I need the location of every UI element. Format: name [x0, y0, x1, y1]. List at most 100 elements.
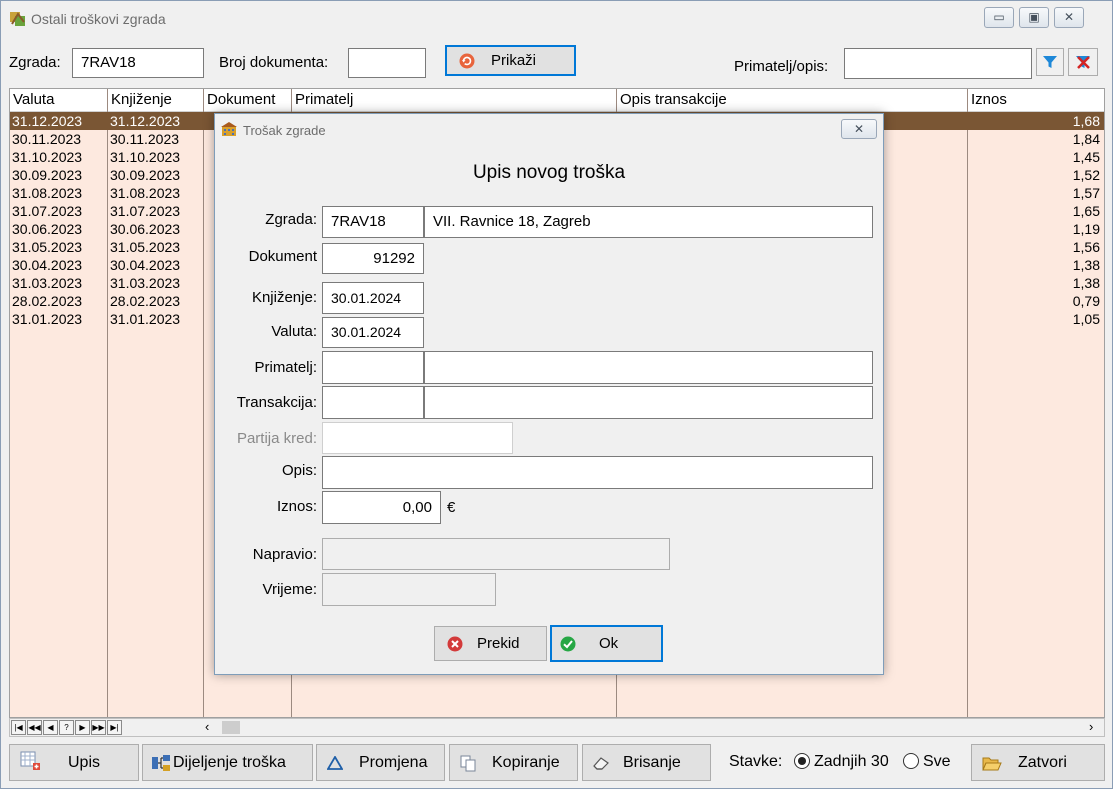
ok-label: Ok	[599, 635, 619, 652]
valuta-field[interactable]: 30.01.2024	[322, 317, 424, 348]
funnel-icon	[1043, 56, 1057, 68]
trosak-zgrade-dialog: Trošak zgrade ✕ Upis novog troška Zgrada…	[214, 113, 884, 675]
cell-knjizenje: 31.08.2023	[110, 185, 181, 201]
cell-iznos: 1,56	[1072, 239, 1100, 255]
dijeljenje-label: Dijeljenje troška	[173, 754, 286, 771]
record-navigator: |◀ ◀◀ ◀ ? ▶ ▶▶ ▶| ‹ ›	[9, 718, 1105, 737]
col-valuta[interactable]: Valuta	[10, 89, 54, 111]
nav-prev-page-button[interactable]: ◀◀	[27, 720, 42, 735]
brisanje-button[interactable]: Brisanje	[582, 744, 711, 781]
ok-button[interactable]: Ok	[550, 625, 663, 662]
knjizenje-field[interactable]: 30.01.2024	[322, 282, 424, 314]
kopiranje-button[interactable]: Kopiranje	[449, 744, 578, 781]
primatelj-label: Primatelj:	[254, 359, 317, 376]
zatvori-button[interactable]: Zatvori	[971, 744, 1105, 781]
primatelj-code-field[interactable]	[322, 351, 424, 384]
zgrada-input[interactable]: 7RAV18	[72, 48, 204, 78]
cell-knjizenje: 31.01.2023	[110, 311, 181, 327]
copy-icon	[460, 755, 476, 772]
close-window-button[interactable]: ✕	[1054, 7, 1084, 28]
eraser-icon	[593, 757, 609, 770]
col-opis-transakcije[interactable]: Opis transakcije	[617, 89, 727, 111]
partija-kred-label: Partija kred:	[236, 430, 317, 447]
radio-zadnjih-30[interactable]	[794, 753, 810, 769]
dokument-label: Dokument	[248, 248, 317, 265]
scroll-right-icon[interactable]: ›	[1089, 719, 1093, 734]
opis-label: Opis:	[281, 462, 317, 479]
dialog-title-bar: Trošak zgrade ✕	[215, 114, 883, 144]
broj-dokumenta-input[interactable]	[348, 48, 426, 78]
cell-valuta: 30.06.2023	[12, 221, 83, 237]
prikazi-button[interactable]: Prikaži	[445, 45, 576, 76]
maximize-button[interactable]: ▣	[1019, 7, 1049, 28]
transakcija-label: Transakcija:	[236, 394, 317, 411]
vrijeme-label: Vrijeme:	[262, 581, 317, 598]
cell-iznos: 1,65	[1072, 203, 1100, 219]
prekid-label: Prekid	[477, 635, 520, 652]
zgrada-code-field[interactable]: 7RAV18	[322, 206, 424, 238]
refresh-icon	[459, 53, 475, 69]
col-dokument[interactable]: Dokument	[204, 89, 275, 111]
nav-next-page-button[interactable]: ▶▶	[91, 720, 106, 735]
cell-valuta: 31.03.2023	[12, 275, 83, 291]
upis-button[interactable]: Upis	[9, 744, 139, 781]
currency-label: €	[447, 499, 456, 516]
cell-valuta: 31.10.2023	[12, 149, 83, 165]
dialog-close-button[interactable]: ✕	[841, 119, 877, 139]
cell-valuta: 31.05.2023	[12, 239, 83, 255]
col-knjizenje[interactable]: Knjiženje	[108, 89, 172, 111]
triangle-edit-icon	[327, 756, 343, 770]
primatelj-opis-label: Primatelj/opis:	[734, 58, 829, 75]
cell-valuta: 31.07.2023	[12, 203, 83, 219]
minimize-icon: ▭	[993, 10, 1005, 24]
partija-kred-field	[322, 422, 513, 454]
valuta-label: Valuta:	[271, 323, 317, 340]
radio-sve-label[interactable]: Sve	[923, 753, 951, 771]
checkmark-icon	[560, 636, 576, 652]
cell-knjizenje: 31.05.2023	[110, 239, 181, 255]
grid-header: Valuta Knjiženje Dokument Primatelj Opis…	[10, 89, 1104, 112]
nav-last-button[interactable]: ▶|	[107, 720, 122, 735]
nav-find-button[interactable]: ?	[59, 720, 74, 735]
col-iznos[interactable]: Iznos	[968, 89, 1007, 111]
opis-field[interactable]	[322, 456, 873, 489]
radio-selected-dot	[798, 757, 806, 765]
primatelj-opis-input[interactable]	[844, 48, 1032, 79]
radio-sve[interactable]	[903, 753, 919, 769]
dokument-field[interactable]: 91292	[322, 243, 424, 274]
prikazi-label: Prikaži	[491, 52, 537, 69]
horizontal-scrollbar-thumb[interactable]	[222, 721, 240, 734]
prekid-button[interactable]: Prekid	[434, 626, 547, 661]
transakcija-code-field[interactable]	[322, 386, 424, 419]
radio-zadnjih-30-label[interactable]: Zadnjih 30	[814, 753, 889, 771]
vrijeme-field	[322, 573, 496, 606]
close-icon: ✕	[1063, 10, 1075, 24]
dijeljenje-troska-button[interactable]: Dijeljenje troška	[142, 744, 313, 781]
promjena-button[interactable]: Promjena	[316, 744, 445, 781]
zgrada-label: Zgrada:	[9, 54, 61, 71]
knjizenje-label: Knjiženje:	[251, 289, 317, 306]
cell-iznos: 1,38	[1072, 275, 1100, 291]
filter-button[interactable]	[1036, 48, 1064, 76]
transakcija-name-field	[424, 386, 873, 419]
scroll-left-icon[interactable]: ‹	[205, 719, 209, 734]
cell-valuta: 30.04.2023	[12, 257, 83, 273]
brisanje-label: Brisanje	[623, 754, 681, 771]
cell-knjizenje: 28.02.2023	[110, 293, 181, 309]
minimize-button[interactable]: ▭	[984, 7, 1014, 28]
nav-next-button[interactable]: ▶	[75, 720, 90, 735]
dialog-title: Trošak zgrade	[243, 123, 326, 138]
title-bar: Ostali troškovi zgrada ▭ ▣ ✕	[1, 1, 1112, 37]
cell-iznos: 1,38	[1072, 257, 1100, 273]
nav-first-button[interactable]: |◀	[11, 720, 26, 735]
zatvori-label: Zatvori	[1018, 754, 1067, 771]
cancel-icon	[447, 636, 463, 652]
clear-filter-button[interactable]	[1068, 48, 1098, 76]
napravio-label: Napravio:	[252, 546, 317, 563]
col-primatelj[interactable]: Primatelj	[292, 89, 353, 111]
folder-open-icon	[982, 757, 1002, 771]
clear-filter-icon	[1076, 56, 1090, 69]
nav-prev-button[interactable]: ◀	[43, 720, 58, 735]
iznos-field[interactable]: 0,00	[322, 491, 441, 524]
cell-valuta: 31.08.2023	[12, 185, 83, 201]
